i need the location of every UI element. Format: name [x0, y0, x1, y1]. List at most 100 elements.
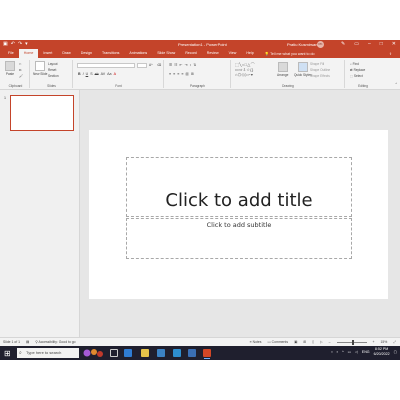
shape-fill-button[interactable]: Shape Fill — [310, 62, 324, 66]
zoom-out-icon[interactable]: – — [329, 340, 331, 344]
accessibility-status[interactable]: ⚲ Accessibility: Good to go — [35, 340, 75, 344]
subtitle-placeholder[interactable]: Click to add subtitle — [126, 218, 352, 259]
language-icon[interactable]: ENG — [362, 350, 370, 354]
tab-animations[interactable]: Animations — [124, 49, 152, 58]
columns-icon[interactable]: ▥ — [185, 72, 188, 76]
align-right-icon[interactable]: ≡ — [177, 72, 179, 76]
pen-icon[interactable]: ✎ — [341, 41, 345, 47]
minimize-icon[interactable]: – — [368, 41, 371, 47]
network-icon[interactable]: ▭ — [348, 350, 351, 354]
tab-insert[interactable]: Insert — [38, 49, 57, 58]
tell-me-search[interactable]: 💡 Tell me what you want to do — [265, 52, 315, 56]
zoom-in-icon[interactable]: + — [373, 340, 375, 344]
copy-icon[interactable]: ⧉ — [19, 68, 21, 72]
increase-indent-icon[interactable]: ⇥ — [184, 63, 187, 67]
taskbar-search-input[interactable]: ⌕ Type here to search — [17, 348, 79, 358]
windows-start-icon[interactable]: ⊞ — [4, 349, 13, 358]
avatar[interactable]: PK — [317, 41, 324, 48]
shapes-gallery[interactable]: ⬚╲○□△⌒ ▭⇨⇩☆{} ⌂⬠◇▷⌐▾ — [235, 62, 255, 77]
slide-thumbnail[interactable] — [10, 95, 74, 131]
select-button[interactable]: ⬚ Select — [350, 74, 363, 78]
italic-button[interactable]: I — [83, 72, 84, 76]
mail-icon[interactable] — [173, 349, 181, 357]
tab-view[interactable]: View — [224, 49, 242, 58]
slide-sorter-icon[interactable]: ⊞ — [303, 340, 306, 344]
clock[interactable]: 8:52 PM 6/20/2022 — [374, 347, 390, 356]
tab-home[interactable]: Home — [18, 49, 39, 58]
shadow-button[interactable]: S — [90, 72, 92, 76]
tray-app-icon-2[interactable]: ▪ — [337, 350, 338, 354]
strikethrough-button[interactable]: ab — [95, 72, 99, 76]
paste-button[interactable]: Paste — [5, 61, 15, 76]
line-spacing-icon[interactable]: ↕ — [190, 63, 192, 67]
volume-icon[interactable]: ◁ — [355, 350, 358, 354]
customize-qat-icon[interactable]: ▾ — [25, 41, 28, 47]
align-left-icon[interactable]: ≡ — [169, 72, 171, 76]
normal-view-icon[interactable]: ▣ — [294, 340, 297, 344]
find-button[interactable]: ⌕ Find — [350, 62, 359, 66]
tab-review[interactable]: Review — [202, 49, 224, 58]
shape-effects-button[interactable]: Shape Effects — [310, 74, 330, 78]
increase-font-icon[interactable]: A^ — [149, 63, 153, 67]
justify-icon[interactable]: ≡ — [181, 72, 183, 76]
file-explorer-icon[interactable] — [141, 349, 149, 357]
layout-button[interactable]: Layout — [48, 62, 58, 66]
decrease-indent-icon[interactable]: ⇤ — [179, 63, 182, 67]
zoom-slider[interactable] — [336, 339, 367, 345]
change-case-button[interactable]: Aa — [107, 72, 111, 76]
share-button[interactable]: ⇧ — [389, 52, 392, 56]
comments-button[interactable]: ▭ Comments — [268, 340, 289, 344]
font-size-input[interactable] — [137, 63, 147, 68]
reset-button[interactable]: Reset — [48, 68, 56, 72]
powerpoint-taskbar-icon[interactable] — [203, 349, 211, 359]
arrange-button[interactable]: Arrange — [277, 62, 288, 77]
save-icon[interactable]: ▣ — [3, 41, 8, 47]
spellcheck-icon[interactable]: ▤ — [26, 340, 29, 344]
tray-chevron-icon[interactable]: ^ — [342, 350, 344, 354]
outlook-icon[interactable] — [188, 349, 196, 357]
underline-button[interactable]: U — [86, 72, 89, 76]
edge-icon[interactable] — [124, 349, 132, 357]
smartart-icon[interactable]: ⊞ — [191, 72, 194, 76]
bold-button[interactable]: B — [78, 72, 81, 76]
format-painter-icon[interactable]: 🖌 — [19, 74, 23, 78]
reading-view-icon[interactable]: ▯ — [312, 340, 314, 344]
fit-slide-icon[interactable]: ⤢ — [393, 340, 396, 344]
tab-draw[interactable]: Draw — [57, 49, 75, 58]
numbering-icon[interactable]: ☷ — [174, 63, 177, 67]
title-placeholder[interactable]: Click to add title — [126, 157, 352, 217]
tab-help[interactable]: Help — [241, 49, 258, 58]
cortana-figures-icon[interactable] — [82, 347, 104, 359]
notifications-icon[interactable]: ▢ — [394, 350, 397, 354]
collapse-ribbon-icon[interactable]: ^ — [396, 82, 398, 86]
zoom-level[interactable]: 15% — [380, 340, 387, 344]
text-direction-icon[interactable]: ⇅ — [193, 63, 196, 67]
tab-file[interactable]: File — [3, 49, 19, 58]
tab-slide-show[interactable]: Slide Show — [152, 49, 180, 58]
user-name[interactable]: Pratiu Kusmirsan — [287, 42, 317, 47]
replace-button[interactable]: ⇄ Replace — [350, 68, 365, 72]
undo-icon[interactable]: ↶ — [11, 41, 15, 47]
font-color-button[interactable]: A — [114, 72, 116, 76]
store-icon[interactable] — [157, 349, 165, 357]
notes-button[interactable]: ≡ Notes — [250, 340, 262, 344]
align-center-icon[interactable]: ≡ — [173, 72, 175, 76]
zoom-slider-knob[interactable] — [351, 339, 354, 345]
cut-icon[interactable]: ✂ — [19, 62, 22, 66]
ribbon-display-icon[interactable]: ▭ — [354, 41, 359, 47]
task-view-icon[interactable] — [110, 349, 118, 357]
slideshow-view-icon[interactable]: ▷ — [320, 340, 323, 344]
tab-transitions[interactable]: Transitions — [97, 49, 124, 58]
font-name-input[interactable] — [77, 63, 135, 68]
new-slide-button[interactable]: New Slide — [33, 61, 47, 76]
char-spacing-button[interactable]: AV — [101, 72, 106, 76]
maximize-icon[interactable]: □ — [380, 41, 383, 47]
close-icon[interactable]: ✕ — [392, 41, 396, 47]
tab-record[interactable]: Record — [180, 49, 202, 58]
redo-icon[interactable]: ↷ — [18, 41, 22, 47]
shape-outline-button[interactable]: Shape Outline — [310, 68, 330, 72]
section-button[interactable]: Section — [48, 74, 59, 78]
tray-app-icon[interactable]: ▪ — [331, 350, 332, 354]
tab-design[interactable]: Design — [76, 49, 97, 58]
bullets-icon[interactable]: ☰ — [169, 63, 172, 67]
